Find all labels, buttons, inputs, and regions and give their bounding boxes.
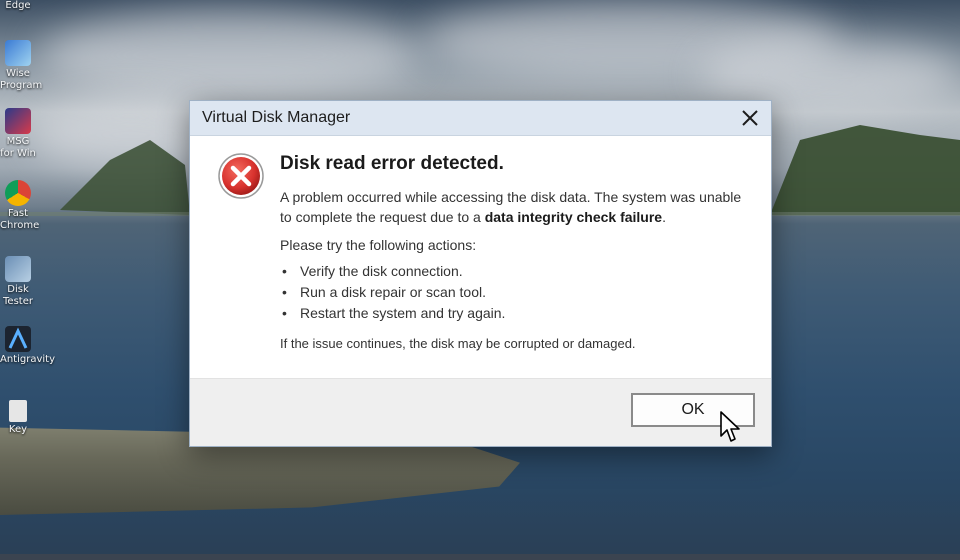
wise-icon <box>5 40 31 66</box>
desktop-icon-label: Disk Tester <box>3 284 33 307</box>
taskbar-edge <box>0 554 960 560</box>
msg-shortcut[interactable]: MSG for Win <box>0 108 36 160</box>
chrome-shortcut[interactable]: Fast Chrome <box>0 180 40 232</box>
chrome-icon <box>5 180 31 206</box>
antigravity-icon <box>5 326 31 352</box>
dialog-footer: OK <box>190 378 771 446</box>
error-message-end: . <box>662 209 666 225</box>
dialog-title: Virtual Disk Manager <box>202 109 351 126</box>
disk-tester-shortcut[interactable]: Disk Tester <box>0 256 36 308</box>
ok-button-label: OK <box>681 401 705 418</box>
wise-program-shortcut[interactable]: Wise Program <box>0 40 42 92</box>
edge-shortcut[interactable]: Edge <box>0 0 36 12</box>
dialog-titlebar[interactable]: Virtual Disk Manager <box>190 101 771 136</box>
desktop-icon-label: Fast Chrome <box>0 208 40 231</box>
file-icon <box>9 400 27 422</box>
desktop-icon-label: MSG for Win <box>0 136 36 159</box>
close-icon <box>742 110 758 126</box>
antigravity-shortcut[interactable]: Antigravity <box>0 326 55 366</box>
cloud <box>40 10 420 100</box>
desktop-icon-label: Wise Program <box>0 68 43 91</box>
list-item: Verify the disk connection. <box>280 261 750 282</box>
list-item: Restart the system and try again. <box>280 303 750 324</box>
desktop-icon-label: Edge <box>5 0 31 11</box>
close-button[interactable] <box>735 104 765 132</box>
desktop-icon-label: Key <box>8 424 28 435</box>
msg-icon <box>5 108 31 134</box>
error-heading: Disk read error detected. <box>280 153 504 174</box>
error-dialog: Virtual Disk Manager Disk read error det… <box>189 100 772 447</box>
key-file-shortcut[interactable]: Key <box>0 400 36 436</box>
desktop-icon-label: Antigravity <box>0 354 55 365</box>
error-icon <box>218 153 264 199</box>
desktop: Edge Wise Program MSG for Win Fast Chrom… <box>0 0 960 560</box>
actions-intro: Please try the following actions: <box>280 237 477 253</box>
disk-icon <box>5 256 31 282</box>
error-message: A problem occurred while accessing the d… <box>280 187 750 227</box>
mouse-cursor-icon <box>720 411 740 442</box>
footnote: If the issue continues, the disk may be … <box>280 336 636 351</box>
dialog-content: Disk read error detected. A problem occu… <box>280 153 750 351</box>
list-item: Run a disk repair or scan tool. <box>280 282 750 303</box>
error-message-emphasis: data integrity check failure <box>484 209 663 225</box>
actions-list: Verify the disk connection. Run a disk r… <box>280 261 750 324</box>
